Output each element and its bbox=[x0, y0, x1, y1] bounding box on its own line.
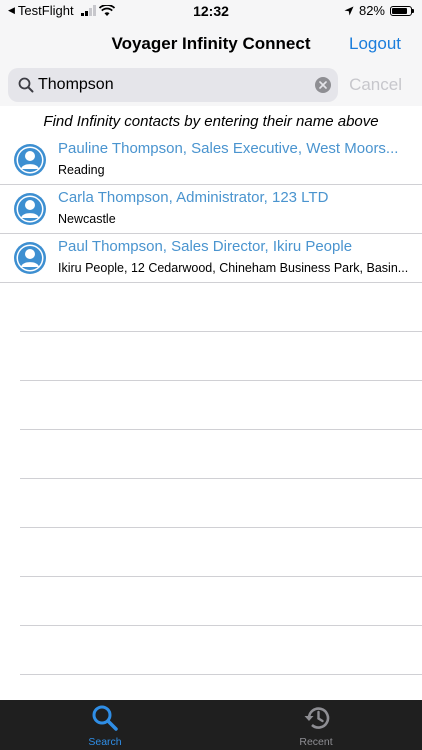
navigation-bar: Voyager Infinity Connect Logout bbox=[0, 22, 422, 66]
tab-bar: Search Recent bbox=[0, 700, 422, 750]
empty-row bbox=[20, 430, 422, 479]
empty-row bbox=[20, 577, 422, 626]
empty-row bbox=[20, 528, 422, 577]
location-icon bbox=[344, 6, 354, 15]
tab-recent[interactable]: Recent bbox=[256, 700, 376, 750]
status-bar: ◀ TestFlight 12:32 82% bbox=[0, 0, 422, 22]
contact-row[interactable]: Pauline Thompson, Sales Executive, West … bbox=[0, 136, 422, 185]
contact-title: Pauline Thompson, Sales Executive, West … bbox=[58, 140, 399, 157]
contact-location: Newcastle bbox=[58, 212, 116, 226]
empty-row bbox=[20, 283, 422, 332]
contact-location: Ikiru People, 12 Cedarwood, Chineham Bus… bbox=[58, 261, 409, 275]
contact-location: Reading bbox=[58, 163, 105, 177]
contact-results-list: Pauline Thompson, Sales Executive, West … bbox=[0, 136, 422, 283]
battery-fill bbox=[392, 7, 407, 14]
contact-row[interactable]: Carla Thompson, Administrator, 123 LTD N… bbox=[0, 185, 422, 234]
close-icon bbox=[319, 81, 327, 89]
empty-table-rows bbox=[20, 283, 422, 675]
cancel-button[interactable]: Cancel bbox=[349, 75, 402, 95]
search-icon bbox=[92, 705, 118, 731]
tab-search-label: Search bbox=[88, 736, 122, 748]
search-field[interactable] bbox=[8, 68, 338, 102]
clear-search-button[interactable] bbox=[315, 77, 331, 93]
history-icon bbox=[304, 707, 330, 729]
empty-row bbox=[20, 332, 422, 381]
empty-row bbox=[20, 626, 422, 675]
search-icon bbox=[18, 77, 34, 93]
logout-button[interactable]: Logout bbox=[349, 34, 401, 54]
empty-row bbox=[20, 381, 422, 430]
tab-recent-label: Recent bbox=[299, 736, 333, 748]
tab-search[interactable]: Search bbox=[45, 700, 165, 750]
avatar-icon bbox=[14, 242, 46, 274]
avatar-icon bbox=[14, 144, 46, 176]
search-hint: Find Infinity contacts by entering their… bbox=[43, 113, 379, 130]
battery-percent: 82% bbox=[358, 3, 385, 18]
empty-row bbox=[20, 479, 422, 528]
contact-title: Paul Thompson, Sales Director, Ikiru Peo… bbox=[58, 238, 353, 255]
avatar-icon bbox=[14, 193, 46, 225]
search-input[interactable] bbox=[38, 68, 308, 102]
search-bar: Cancel bbox=[0, 66, 422, 106]
battery-icon bbox=[390, 5, 414, 16]
contact-title: Carla Thompson, Administrator, 123 LTD bbox=[58, 189, 329, 206]
contact-row[interactable]: Paul Thompson, Sales Director, Ikiru Peo… bbox=[0, 234, 422, 283]
